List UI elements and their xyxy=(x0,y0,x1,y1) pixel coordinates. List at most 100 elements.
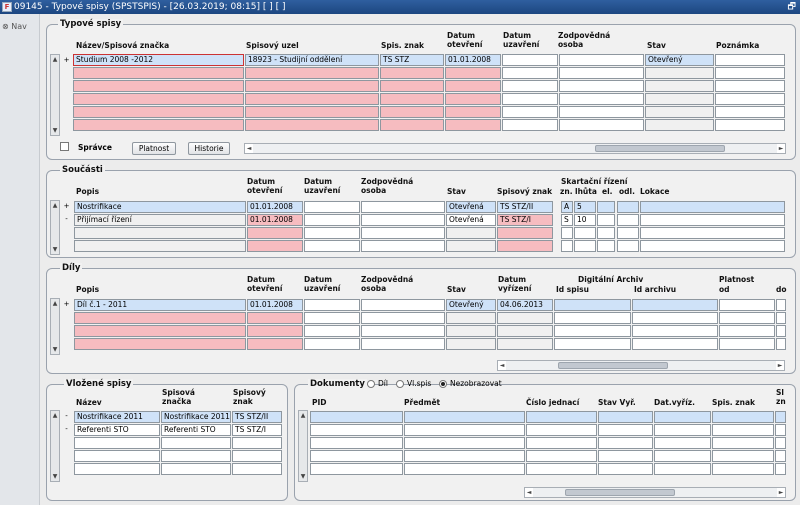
table-cell[interactable] xyxy=(712,411,774,423)
table-cell[interactable] xyxy=(598,424,653,436)
table-cell[interactable] xyxy=(74,437,160,449)
table-cell[interactable] xyxy=(380,93,444,105)
table-cell[interactable] xyxy=(632,325,718,337)
dily-hscroll[interactable]: ◄ ► xyxy=(497,360,785,371)
table-cell[interactable] xyxy=(715,93,785,105)
restore-icon[interactable]: 🗗 xyxy=(788,0,796,14)
vlozene-vscroll[interactable]: ▲ ▼ xyxy=(50,410,60,482)
table-cell[interactable] xyxy=(73,80,244,92)
table-cell[interactable] xyxy=(502,67,558,79)
table-cell[interactable]: A xyxy=(561,201,573,213)
table-cell[interactable] xyxy=(446,325,496,337)
table-cell[interactable] xyxy=(161,437,231,449)
table-cell[interactable] xyxy=(161,463,231,475)
table-cell[interactable] xyxy=(404,450,525,462)
table-cell[interactable] xyxy=(776,338,786,350)
table-cell[interactable] xyxy=(775,424,786,436)
table-cell[interactable] xyxy=(446,338,496,350)
table-cell[interactable] xyxy=(310,463,403,475)
table-cell[interactable] xyxy=(361,240,445,252)
table-cell[interactable] xyxy=(632,299,718,311)
table-cell[interactable] xyxy=(554,299,631,311)
table-cell[interactable] xyxy=(559,119,644,131)
table-cell[interactable] xyxy=(304,338,360,350)
table-cell[interactable] xyxy=(247,338,303,350)
table-cell[interactable]: 04.06.2013 xyxy=(497,299,553,311)
table-cell[interactable]: Nostrifikace xyxy=(74,201,246,213)
table-cell[interactable] xyxy=(640,201,785,213)
table-cell[interactable] xyxy=(775,411,786,423)
table-cell[interactable] xyxy=(404,411,525,423)
table-cell[interactable] xyxy=(719,299,775,311)
table-cell[interactable] xyxy=(597,214,615,226)
table-cell[interactable] xyxy=(310,424,403,436)
table-cell[interactable] xyxy=(719,338,775,350)
table-cell[interactable] xyxy=(361,227,445,239)
table-cell[interactable] xyxy=(497,325,553,337)
cell-datum-otevreni[interactable]: 01.01.2008 xyxy=(445,54,501,66)
table-cell[interactable]: Otevřená xyxy=(446,214,496,226)
table-cell[interactable] xyxy=(380,119,444,131)
table-cell[interactable] xyxy=(497,312,553,324)
table-cell[interactable] xyxy=(654,463,711,475)
table-cell[interactable] xyxy=(776,299,786,311)
table-cell[interactable] xyxy=(404,424,525,436)
table-cell[interactable] xyxy=(445,67,501,79)
table-cell[interactable] xyxy=(654,424,711,436)
table-cell[interactable] xyxy=(654,450,711,462)
table-cell[interactable] xyxy=(232,463,282,475)
table-cell[interactable] xyxy=(497,227,553,239)
table-cell[interactable] xyxy=(361,325,445,337)
table-cell[interactable] xyxy=(247,312,303,324)
table-cell[interactable] xyxy=(74,227,246,239)
table-cell[interactable] xyxy=(561,240,573,252)
table-cell[interactable] xyxy=(645,67,714,79)
table-cell[interactable] xyxy=(617,201,639,213)
table-cell[interactable] xyxy=(304,240,360,252)
table-cell[interactable] xyxy=(73,119,244,131)
typove-hscroll[interactable]: ◄ ► xyxy=(244,143,786,154)
radio-nezobrazovat[interactable] xyxy=(439,380,447,388)
table-cell[interactable] xyxy=(247,240,303,252)
table-cell[interactable] xyxy=(617,214,639,226)
table-cell[interactable] xyxy=(74,463,160,475)
table-cell[interactable] xyxy=(645,80,714,92)
table-cell[interactable] xyxy=(654,411,711,423)
table-cell[interactable] xyxy=(712,424,774,436)
platnost-button[interactable]: Platnost xyxy=(132,142,176,155)
table-cell[interactable]: 5 xyxy=(574,201,596,213)
table-cell[interactable] xyxy=(526,437,597,449)
dokumenty-vscroll[interactable]: ▲ ▼ xyxy=(298,410,308,482)
table-cell[interactable]: 01.01.2008 xyxy=(247,299,303,311)
table-cell[interactable] xyxy=(598,437,653,449)
table-cell[interactable] xyxy=(715,80,785,92)
table-cell[interactable] xyxy=(526,424,597,436)
table-cell[interactable] xyxy=(361,338,445,350)
row-toggle-button[interactable]: + xyxy=(62,201,71,213)
row-toggle-button[interactable]: - xyxy=(62,214,71,226)
table-cell[interactable]: TS STZ/II xyxy=(232,411,282,423)
table-cell[interactable] xyxy=(74,312,246,324)
table-cell[interactable] xyxy=(645,106,714,118)
table-cell[interactable] xyxy=(380,80,444,92)
spravce-checkbox[interactable] xyxy=(60,142,69,151)
table-cell[interactable] xyxy=(632,312,718,324)
table-cell[interactable] xyxy=(361,201,445,213)
table-cell[interactable] xyxy=(232,450,282,462)
table-cell[interactable]: S xyxy=(561,214,573,226)
table-cell[interactable] xyxy=(161,450,231,462)
table-cell[interactable] xyxy=(502,106,558,118)
table-cell[interactable] xyxy=(526,450,597,462)
table-cell[interactable]: Nostrifikace 2011 xyxy=(161,411,231,423)
table-cell[interactable]: 10 xyxy=(574,214,596,226)
table-cell[interactable] xyxy=(715,119,785,131)
table-cell[interactable] xyxy=(554,325,631,337)
table-cell[interactable] xyxy=(247,325,303,337)
table-cell[interactable] xyxy=(304,312,360,324)
expand-button[interactable]: + xyxy=(62,55,71,67)
cell-datum-uzavreni[interactable] xyxy=(502,54,558,66)
table-cell[interactable] xyxy=(404,463,525,475)
table-cell[interactable] xyxy=(310,450,403,462)
cell-spis-znak[interactable]: TS STZ xyxy=(380,54,444,66)
table-cell[interactable] xyxy=(446,312,496,324)
